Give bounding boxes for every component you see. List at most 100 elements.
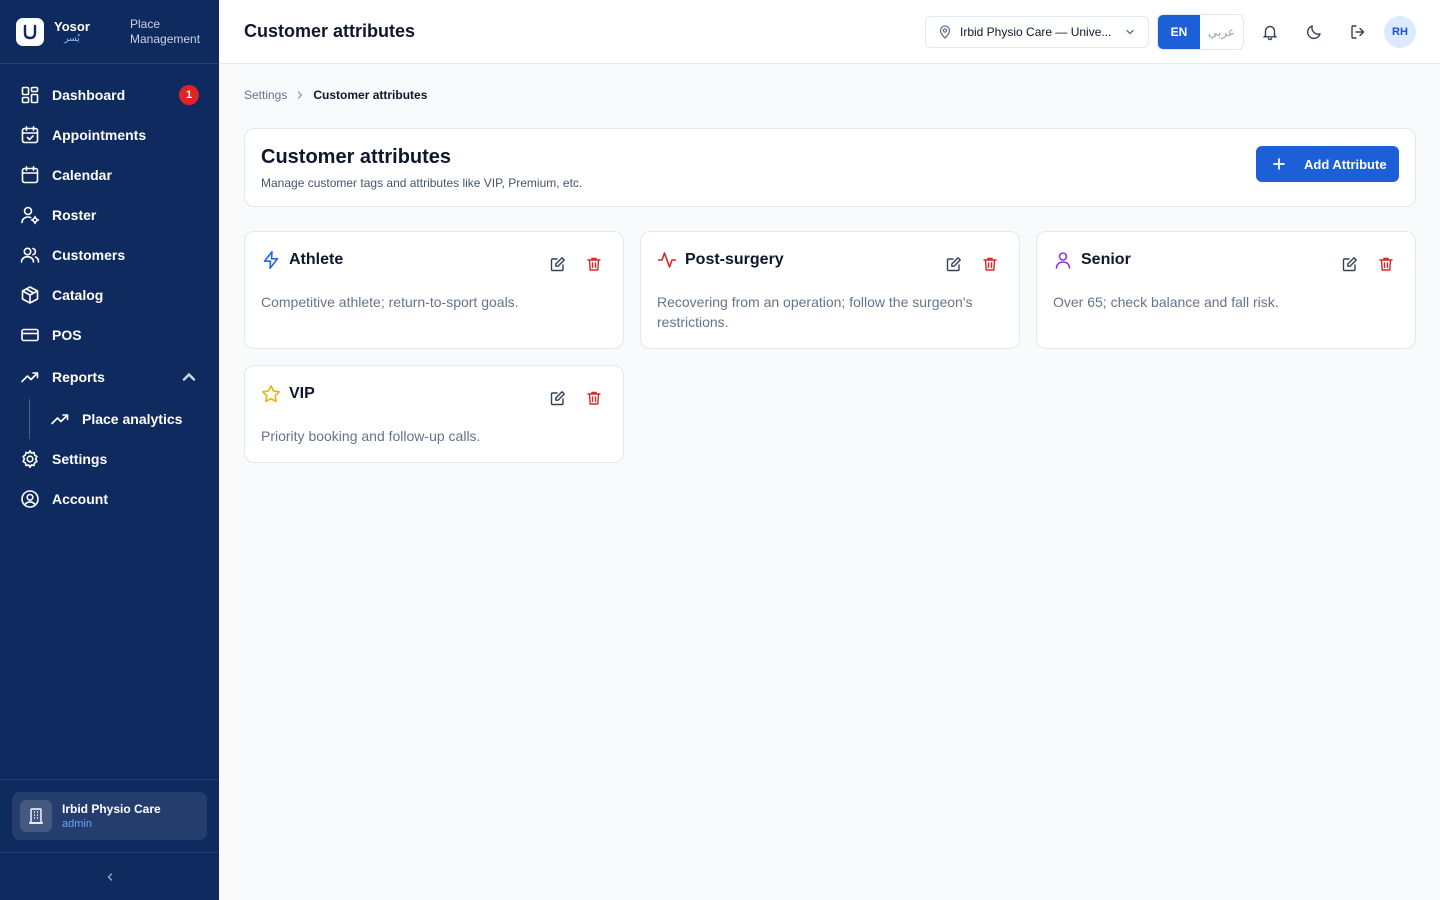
delete-button[interactable] — [585, 389, 603, 407]
attribute-card-post-surgery: Post-surgery Recovering from an operatio… — [640, 231, 1020, 349]
sidebar: Yosor يُسر Place Management Dashboard 1 … — [0, 0, 219, 900]
sidebar-item-calendar[interactable]: Calendar — [0, 155, 219, 195]
sidebar-item-reports[interactable]: Reports — [0, 355, 219, 399]
building-icon — [20, 800, 52, 832]
attribute-name: Athlete — [289, 251, 344, 268]
notifications-button[interactable] — [1258, 20, 1282, 44]
trash-icon — [587, 257, 601, 271]
current-place-card[interactable]: Irbid Physio Care admin — [12, 792, 207, 840]
sidebar-item-appointments[interactable]: Appointments — [0, 115, 219, 155]
sidebar-item-account[interactable]: Account — [0, 479, 219, 519]
edit-icon — [550, 257, 565, 272]
plus-icon — [1273, 158, 1285, 170]
star-icon — [262, 385, 280, 403]
delete-button[interactable] — [1377, 255, 1395, 273]
attribute-description: Competitive athlete; return-to-sport goa… — [261, 294, 519, 310]
edit-button[interactable] — [1341, 255, 1359, 273]
add-attribute-button[interactable]: Add Attribute — [1256, 146, 1399, 182]
attribute-name: Senior — [1081, 251, 1131, 268]
top-header: Customer attributes Irbid Physio Care — … — [219, 0, 1440, 64]
brand-name-arabic: يُسر — [64, 32, 80, 43]
calendar-icon — [21, 166, 39, 184]
brand-subtitle: Place Management — [130, 16, 201, 46]
sidebar-item-roster[interactable]: Roster — [0, 195, 219, 235]
sidebar-item-label: Reports — [52, 369, 105, 385]
trash-icon — [587, 391, 601, 405]
delete-button[interactable] — [585, 255, 603, 273]
logout-button[interactable] — [1346, 20, 1370, 44]
collapse-sidebar-button[interactable] — [0, 852, 219, 900]
language-toggle: EN عربي — [1157, 14, 1244, 50]
theme-toggle-button[interactable] — [1302, 20, 1326, 44]
user-cog-icon — [21, 206, 40, 225]
user-circle-icon — [21, 490, 39, 508]
attribute-description: Over 65; check balance and fall risk. — [1053, 294, 1279, 310]
brand: Yosor يُسر — [54, 20, 90, 43]
notification-badge: 1 — [179, 85, 199, 105]
trash-icon — [983, 257, 997, 271]
sidebar-item-place-analytics[interactable]: Place analytics — [29, 399, 219, 439]
sidebar-item-label: POS — [52, 327, 82, 343]
place-selector-value: Irbid Physio Care — Unive... — [960, 25, 1112, 39]
gear-icon — [22, 450, 38, 468]
attribute-name: Post-surgery — [685, 251, 784, 268]
page-header-card: Customer attributes Manage customer tags… — [244, 128, 1416, 207]
edit-icon — [1342, 257, 1357, 272]
chevron-left-icon — [106, 872, 112, 881]
delete-button[interactable] — [981, 255, 999, 273]
avatar[interactable]: RH — [1384, 16, 1416, 48]
user-icon — [1055, 252, 1071, 269]
sidebar-item-label: Place analytics — [82, 411, 183, 427]
sidebar-item-label: Roster — [52, 207, 97, 223]
place-selector[interactable]: Irbid Physio Care — Unive... — [925, 16, 1149, 48]
sidebar-item-label: Account — [52, 491, 108, 507]
sidebar-item-catalog[interactable]: Catalog — [0, 275, 219, 315]
credit-card-icon — [21, 328, 39, 342]
sidebar-item-settings[interactable]: Settings — [0, 439, 219, 479]
trending-up-icon — [51, 414, 69, 425]
edit-button[interactable] — [945, 255, 963, 273]
sidebar-item-label: Settings — [52, 451, 108, 467]
map-pin-icon — [939, 25, 951, 39]
sidebar-header: Yosor يُسر Place Management — [0, 0, 219, 64]
place-role: admin — [62, 818, 92, 830]
trash-icon — [1379, 257, 1393, 271]
attribute-card-vip: VIP Priority booking and follow-up calls… — [244, 365, 624, 463]
attribute-name: VIP — [289, 385, 315, 402]
moon-icon — [1306, 25, 1321, 40]
attribute-card-athlete: Athlete Competitive athlete; return-to-s… — [244, 231, 624, 349]
zap-icon — [263, 251, 279, 269]
bell-icon — [1262, 25, 1278, 41]
activity-icon — [657, 252, 677, 268]
sidebar-item-label: Catalog — [52, 287, 104, 303]
sidebar-item-label: Appointments — [52, 127, 147, 143]
edit-button[interactable] — [549, 255, 567, 273]
lang-ar-button[interactable]: عربي — [1200, 15, 1243, 49]
sidebar-item-dashboard[interactable]: Dashboard 1 — [0, 75, 219, 115]
page-subtitle: Manage customer tags and attributes like… — [261, 176, 583, 190]
attribute-card-senior: Senior Over 65; check balance and fall r… — [1036, 231, 1416, 349]
edit-icon — [946, 257, 961, 272]
package-icon — [21, 286, 39, 304]
sidebar-item-label: Customers — [52, 247, 126, 263]
users-icon — [20, 247, 40, 263]
page-title: Customer attributes — [261, 146, 452, 168]
brand-name: Yosor — [54, 18, 90, 34]
edit-button[interactable] — [549, 389, 567, 407]
sidebar-item-customers[interactable]: Customers — [0, 235, 219, 275]
breadcrumb-settings-link[interactable]: Settings — [244, 88, 287, 102]
attribute-description: Recovering from an operation; follow the… — [657, 294, 973, 330]
sidebar-item-pos[interactable]: POS — [0, 315, 219, 355]
trending-up-icon — [21, 372, 39, 383]
page-header-title: Customer attributes — [244, 21, 416, 41]
attribute-description: Priority booking and follow-up calls. — [261, 428, 481, 444]
add-attribute-label: Add Attribute — [1304, 156, 1387, 172]
chevron-down-icon — [1126, 29, 1134, 35]
calendar-check-icon — [21, 126, 39, 144]
place-name: Irbid Physio Care — [62, 802, 161, 816]
breadcrumb-current: Customer attributes — [313, 88, 428, 102]
lang-en-button[interactable]: EN — [1158, 15, 1200, 49]
chevron-up-icon[interactable] — [179, 367, 199, 387]
sidebar-footer: Irbid Physio Care admin — [0, 779, 219, 900]
dashboard-icon — [21, 86, 39, 104]
